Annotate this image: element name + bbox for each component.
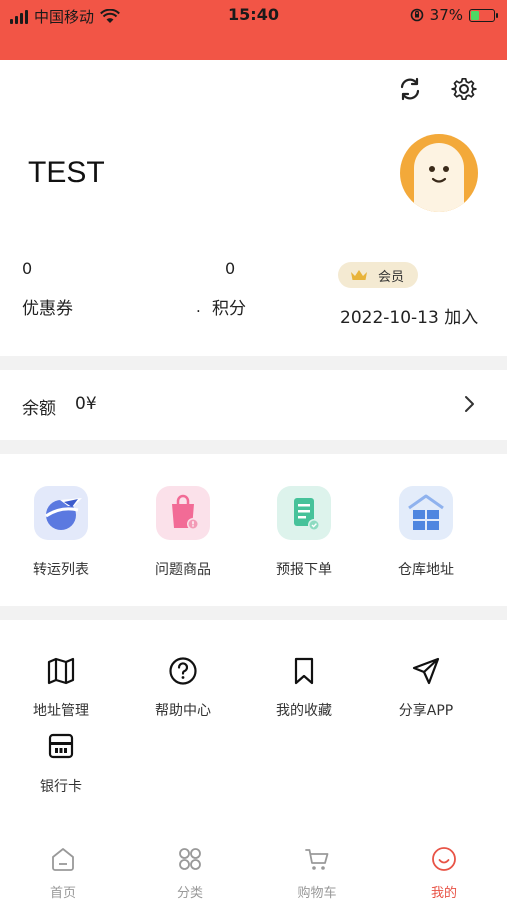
points-dot: .: [196, 298, 201, 316]
quick-action-problem-goods[interactable]: 问题商品: [123, 486, 243, 581]
coupons-count: 0: [22, 259, 33, 278]
service-bank-card[interactable]: 银行卡: [1, 732, 121, 795]
status-bar: 中国移动 15:40 37%: [0, 0, 507, 60]
profile-card: TEST 0 优惠券 0 . 积分 会员 2022-10-13 加入: [0, 60, 507, 356]
points-label[interactable]: 积分: [212, 294, 246, 319]
service-label: 帮助中心: [155, 703, 211, 719]
service-label: 银行卡: [40, 779, 82, 795]
tab-label: 分类: [176, 886, 203, 900]
tab-cart[interactable]: 购物车: [254, 830, 380, 900]
service-label: 分享APP: [398, 703, 454, 719]
quick-action-label: 转运列表: [33, 562, 89, 578]
quick-action-warehouse-address[interactable]: 仓库地址: [366, 486, 486, 581]
chevron-right-icon: [465, 396, 474, 412]
quick-action-label: 仓库地址: [398, 562, 454, 578]
service-share-app[interactable]: 分享APP: [366, 656, 486, 719]
tab-label: 我的: [430, 886, 457, 900]
services-panel: 地址管理 帮助中心 我的收藏 分享APP 银行卡: [0, 620, 507, 830]
avatar[interactable]: [400, 134, 478, 212]
member-badge: 会员: [338, 262, 418, 288]
tab-mine[interactable]: 我的: [381, 830, 507, 900]
bottom-tab-bar: 首页 分类 购物车 我的: [0, 830, 507, 900]
crown-icon: [351, 270, 367, 280]
avatar-face-icon: [414, 143, 464, 212]
member-badge-label: 会员: [378, 269, 405, 285]
cart-icon: [305, 849, 329, 870]
help-icon: [169, 657, 197, 685]
battery-percent: 37%: [429, 6, 463, 24]
service-address-management[interactable]: 地址管理: [1, 656, 121, 719]
tab-category[interactable]: 分类: [127, 830, 253, 900]
username: TEST: [28, 156, 105, 189]
refresh-icon[interactable]: [395, 74, 425, 104]
orientation-lock-icon: [410, 8, 423, 22]
join-date: 2022-10-13 加入: [340, 308, 479, 328]
tab-home[interactable]: 首页: [0, 830, 126, 900]
quick-action-label: 预报下单: [276, 562, 332, 578]
problem-bag-icon: [156, 486, 210, 540]
battery-icon: [469, 8, 498, 22]
tab-label: 购物车: [297, 886, 337, 900]
smile-icon: [432, 847, 456, 871]
bookmark-icon: [294, 657, 314, 685]
quick-action-transfer-list[interactable]: 转运列表: [1, 486, 121, 581]
coupons-label[interactable]: 优惠券: [22, 294, 73, 319]
quick-action-forecast-order[interactable]: 预报下单: [244, 486, 364, 581]
tab-label: 首页: [49, 886, 76, 900]
balance-row[interactable]: 余额 0¥: [0, 370, 507, 440]
balance-value: 0¥: [75, 394, 97, 414]
plane-globe-icon: [34, 486, 88, 540]
settings-gear-icon[interactable]: [449, 74, 479, 104]
quick-actions-panel: 转运列表 问题商品 预报下单 仓库地址: [0, 454, 507, 606]
category-icon: [179, 848, 201, 870]
service-label: 地址管理: [33, 703, 89, 719]
forecast-doc-icon: [277, 486, 331, 540]
home-icon: [52, 848, 74, 871]
send-icon: [412, 657, 440, 685]
map-icon: [47, 657, 75, 685]
bank-card-icon: [48, 733, 74, 759]
status-right: 37%: [410, 6, 498, 24]
quick-action-label: 问题商品: [155, 562, 211, 578]
service-help-center[interactable]: 帮助中心: [123, 656, 243, 719]
service-label: 我的收藏: [276, 703, 332, 719]
points-count: 0: [225, 259, 236, 278]
service-my-favorites[interactable]: 我的收藏: [244, 656, 364, 719]
warehouse-icon: [399, 486, 453, 540]
balance-label: 余额: [22, 399, 56, 419]
